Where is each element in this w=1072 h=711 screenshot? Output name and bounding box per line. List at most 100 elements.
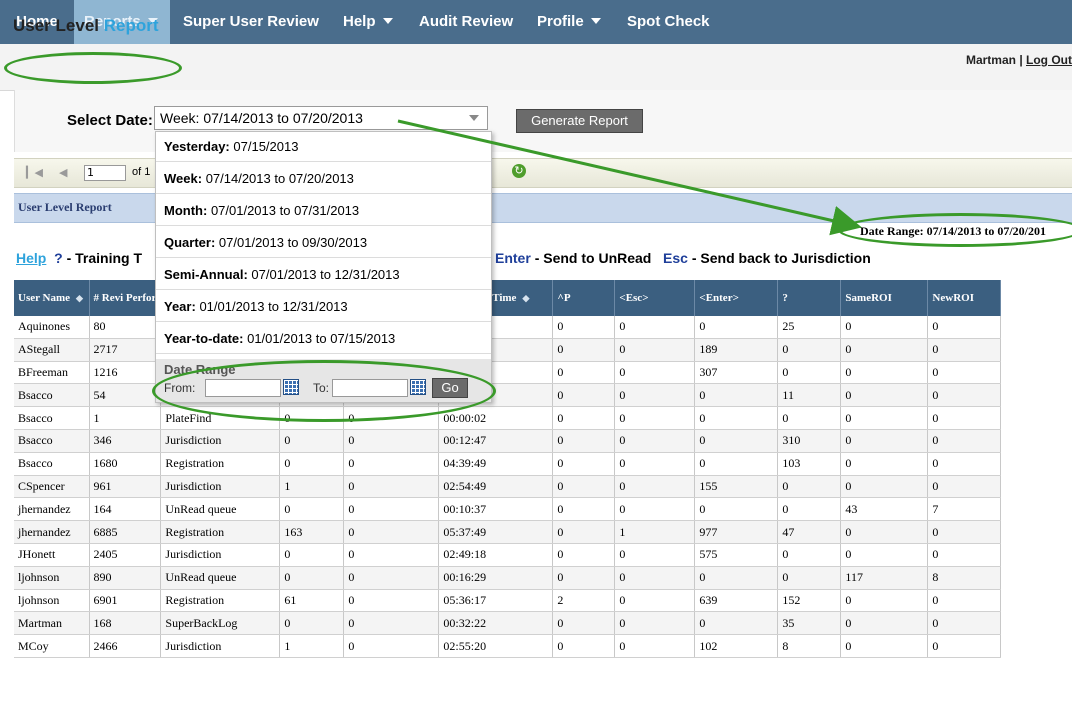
table-cell: CSpencer bbox=[14, 475, 90, 499]
generate-report-button[interactable]: Generate Report bbox=[516, 109, 643, 133]
table-row[interactable]: ljohnson 890 UnRead queue 0 0 00:16:29 0 0 0 0 117… bbox=[14, 566, 1002, 590]
table-cell: 0 bbox=[777, 475, 842, 499]
table-cell: 575 bbox=[694, 543, 779, 567]
column-header[interactable]: User Name ◆ bbox=[14, 280, 90, 316]
date-option[interactable]: Year-to-date: 01/01/2013 to 07/15/2013 bbox=[156, 324, 491, 354]
table-cell: 0 bbox=[343, 429, 440, 453]
table-cell: 1680 bbox=[89, 452, 162, 476]
table-cell: 189 bbox=[694, 338, 779, 362]
date-select-value: Week: 07/14/2013 to 07/20/2013 bbox=[160, 110, 363, 126]
table-cell: 307 bbox=[694, 361, 779, 385]
sort-icon[interactable]: ◆ bbox=[522, 293, 529, 304]
table-cell: 0 bbox=[614, 543, 696, 567]
page-title-main: User Level bbox=[13, 16, 99, 35]
table-row[interactable]: CSpencer 961 Jurisdiction 1 0 02:54:49 0 0 155 0 0… bbox=[14, 475, 1002, 499]
help-link[interactable]: Help bbox=[16, 250, 46, 266]
help-line: Help ? - Training T bbox=[16, 250, 142, 266]
table-cell: 1 bbox=[89, 406, 162, 430]
date-option[interactable]: Week: 07/14/2013 to 07/20/2013 bbox=[156, 164, 491, 194]
nav-super-user-review[interactable]: Super User Review bbox=[183, 0, 319, 44]
table-row[interactable]: jhernandez 6885 Registration 163 0 05:37:49 0 1… bbox=[14, 520, 1002, 544]
table-cell: 0 bbox=[614, 338, 696, 362]
table-cell: 0 bbox=[279, 452, 345, 476]
table-row[interactable]: jhernandez 164 UnRead queue 0 0 00:10:37 0 0 0 0 4… bbox=[14, 497, 1002, 522]
column-header[interactable]: ^P bbox=[552, 280, 616, 316]
table-cell: 0 bbox=[552, 543, 616, 567]
table-cell: 1 bbox=[614, 520, 696, 544]
table-cell: JHonett bbox=[14, 543, 90, 567]
table-cell: Bsacco bbox=[14, 429, 90, 453]
table-cell: 0 bbox=[552, 497, 616, 522]
column-header[interactable]: ? bbox=[777, 280, 842, 316]
table-cell: 8 bbox=[927, 566, 1002, 590]
sort-icon[interactable]: ◆ bbox=[76, 293, 83, 304]
date-option[interactable]: Year: 01/01/2013 to 12/31/2013 bbox=[156, 292, 491, 322]
table-cell: 0 bbox=[694, 383, 779, 408]
table-cell: 1 bbox=[279, 634, 345, 658]
nav-spot-check[interactable]: Spot Check bbox=[627, 0, 710, 44]
column-header[interactable]: NewROI bbox=[927, 280, 1002, 316]
table-cell: Registration bbox=[160, 589, 281, 613]
table-cell: 05:37:49 bbox=[438, 520, 554, 544]
table-cell: 6885 bbox=[89, 520, 162, 544]
nav-audit-review[interactable]: Audit Review bbox=[419, 0, 513, 44]
nav-profile[interactable]: Profile bbox=[537, 0, 601, 44]
date-option-dates: 01/01/2013 to 07/15/2013 bbox=[247, 331, 396, 346]
table-cell: 0 bbox=[279, 429, 345, 453]
column-header[interactable]: SameROI bbox=[840, 280, 929, 316]
table-cell: 02:49:18 bbox=[438, 543, 554, 567]
date-option[interactable]: Yesterday: 07/15/2013 bbox=[156, 132, 491, 162]
column-header[interactable]: <Esc> bbox=[614, 280, 696, 316]
table-row[interactable]: MCoy 2466 Jurisdiction 1 0 02:55:20 0 0 102 8 0 0 bbox=[14, 634, 1002, 658]
table-cell: UnRead queue bbox=[160, 566, 281, 590]
table-cell: 0 bbox=[927, 316, 1002, 339]
table-cell: 0 bbox=[840, 383, 929, 408]
table-cell: 0 bbox=[840, 316, 929, 339]
column-header[interactable]: # Revi Perfor bbox=[89, 280, 162, 316]
logout-link[interactable]: Log Out bbox=[1026, 53, 1072, 67]
table-cell: 0 bbox=[927, 361, 1002, 385]
table-cell: 35 bbox=[777, 611, 842, 636]
table-cell: Jurisdiction bbox=[160, 429, 281, 453]
table-cell: UnRead queue bbox=[160, 497, 281, 522]
first-page-icon[interactable]: ▎◀ bbox=[26, 166, 43, 179]
table-cell: 0 bbox=[777, 497, 842, 522]
table-row[interactable]: Martman 168 SuperBackLog 0 0 00:32:22 0 0 0 35 0 0 bbox=[14, 611, 1002, 636]
table-row[interactable]: Bsacco 1 PlateFind 0 0 00:00:02 0 0 0 0 0 0 bbox=[14, 406, 1002, 430]
nav-help[interactable]: Help bbox=[343, 0, 393, 44]
page-number-input[interactable]: 1 bbox=[84, 165, 126, 181]
column-header[interactable]: <Enter> bbox=[694, 280, 779, 316]
previous-page-icon[interactable]: ◀ bbox=[59, 166, 67, 179]
column-header-label: SameROI bbox=[845, 292, 892, 304]
nav-super-user-review-label: Super User Review bbox=[183, 13, 319, 30]
table-cell: 11 bbox=[777, 383, 842, 408]
date-option[interactable]: Semi-Annual: 07/01/2013 to 12/31/2013 bbox=[156, 260, 491, 290]
table-cell: Bsacco bbox=[14, 383, 90, 408]
table-row[interactable]: Bsacco 1680 Registration 0 0 04:39:49 0 0 0 103 0 0 bbox=[14, 452, 1002, 476]
table-row[interactable]: Bsacco 346 Jurisdiction 0 0 00:12:47 0 0 0 310 0 0 bbox=[14, 429, 1002, 453]
table-cell: 0 bbox=[840, 429, 929, 453]
date-option-kind: Yesterday: bbox=[164, 139, 230, 154]
table-cell: 0 bbox=[614, 497, 696, 522]
table-cell: 6901 bbox=[89, 589, 162, 613]
table-cell: 7 bbox=[927, 497, 1002, 522]
date-select[interactable]: Week: 07/14/2013 to 07/20/2013 bbox=[154, 106, 488, 130]
table-cell: Martman bbox=[14, 611, 90, 636]
table-row[interactable]: ljohnson 6901 Registration 61 0 05:36:17 2 0 639… bbox=[14, 589, 1002, 613]
date-option[interactable]: Quarter: 07/01/2013 to 09/30/2013 bbox=[156, 228, 491, 258]
table-cell: 103 bbox=[777, 452, 842, 476]
chevron-down-icon[interactable] bbox=[469, 115, 479, 121]
date-option-kind: Month: bbox=[164, 203, 208, 218]
table-cell: 0 bbox=[552, 429, 616, 453]
refresh-icon[interactable]: ↻ bbox=[512, 164, 526, 178]
date-option-kind: Semi-Annual: bbox=[164, 267, 248, 282]
table-cell: 0 bbox=[614, 452, 696, 476]
date-option[interactable]: Month: 07/01/2013 to 07/31/2013 bbox=[156, 196, 491, 226]
table-cell: 0 bbox=[552, 452, 616, 476]
table-cell: 0 bbox=[694, 406, 779, 430]
table-row[interactable]: JHonett 2405 Jurisdiction 0 0 02:49:18 0 0 575 0 0… bbox=[14, 543, 1002, 567]
table-cell: 0 bbox=[840, 611, 929, 636]
table-cell: 163 bbox=[279, 520, 345, 544]
table-cell: 0 bbox=[694, 566, 779, 590]
shortcut-desc-question: - Training T bbox=[66, 250, 143, 266]
